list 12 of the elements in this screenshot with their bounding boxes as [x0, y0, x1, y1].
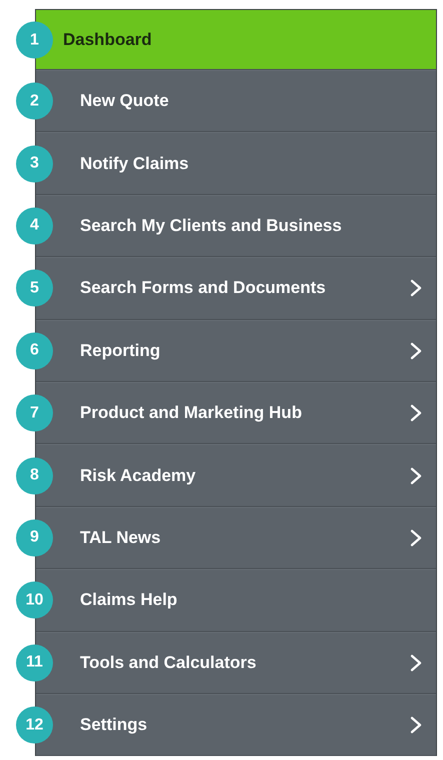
number-badge: 4 — [16, 207, 53, 244]
number-badge: 7 — [16, 394, 53, 432]
number-badge: 12 — [16, 706, 53, 744]
number-badge: 9 — [16, 519, 53, 556]
number-badge: 6 — [16, 332, 53, 370]
number-badge: 3 — [16, 145, 53, 182]
number-badge: 2 — [16, 82, 53, 120]
number-badge: 5 — [16, 270, 53, 307]
number-badge: 8 — [16, 457, 53, 494]
number-badge: 10 — [16, 582, 53, 619]
number-badge: 1 — [16, 22, 53, 58]
number-badge: 11 — [16, 644, 53, 682]
